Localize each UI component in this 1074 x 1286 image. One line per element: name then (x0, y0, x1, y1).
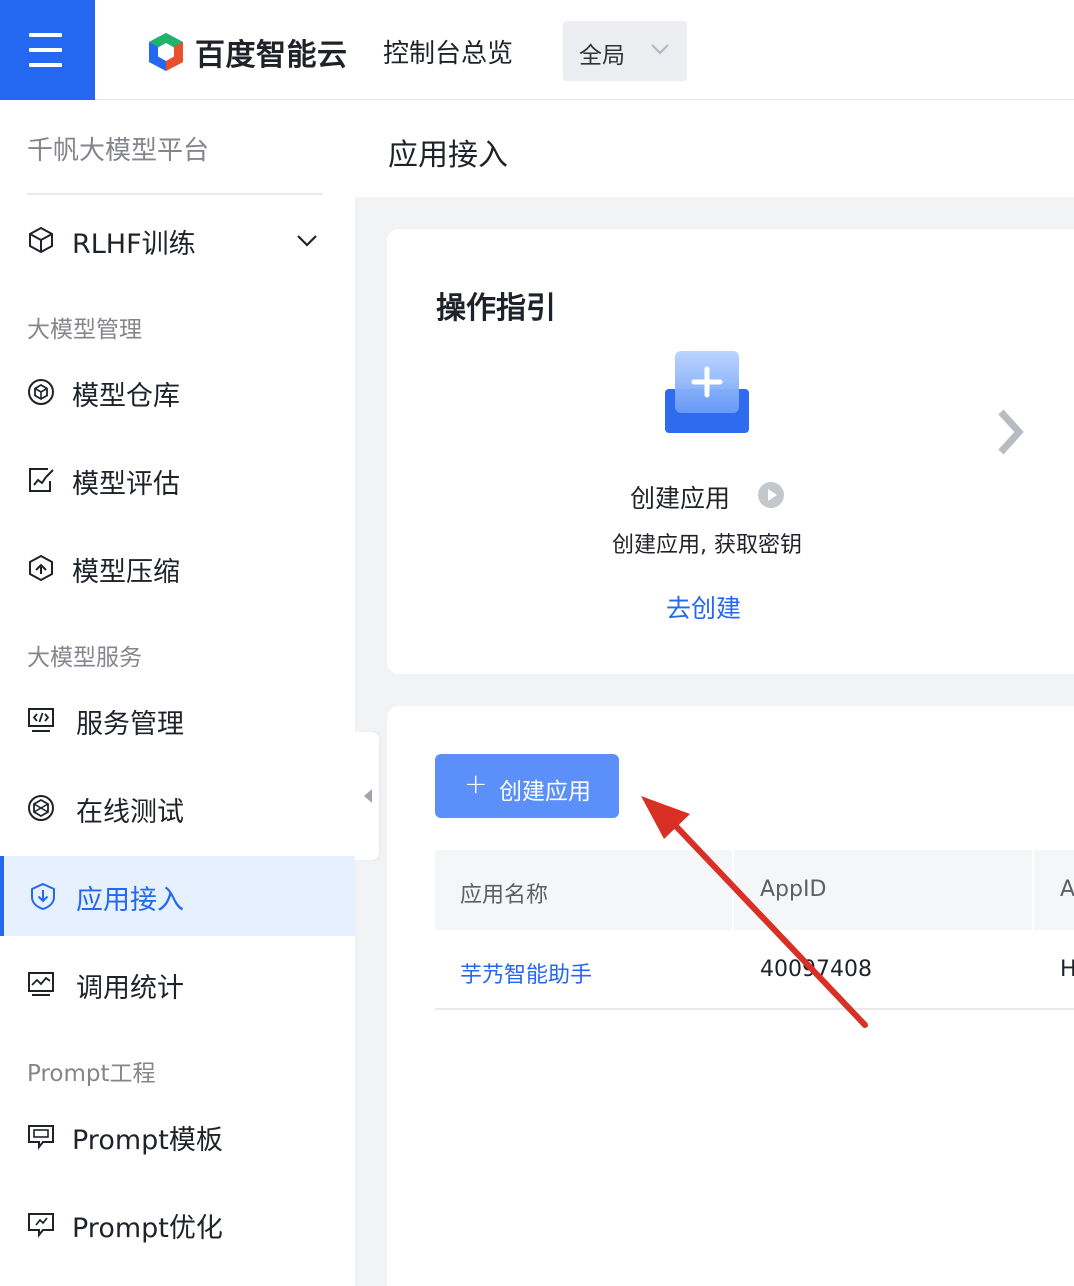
app-list-card: + 创建应用 应用名称 AppID A 芋艿智能助手 40097408 H (387, 706, 1074, 1286)
sidebar-item-prompt-template[interactable]: Prompt模板 (0, 1096, 355, 1176)
sidebar-item-label: RLHF训练 (72, 229, 196, 260)
column-header-appid[interactable]: AppID (760, 877, 826, 902)
app-name-link[interactable]: 芋艿智能助手 (460, 957, 592, 989)
sidebar: 千帆大模型平台 RLHF训练 大模型管理 模型仓库 模型评估 模型压缩 大模型服… (0, 100, 355, 1286)
sidebar-item-online-test[interactable]: 在线测试 (0, 768, 355, 848)
console-overview-link[interactable]: 控制台总览 (383, 33, 513, 70)
sidebar-item-service-mgmt[interactable]: 服务管理 (0, 680, 355, 760)
sidebar-item-app-access[interactable]: 应用接入 (0, 856, 355, 936)
sidebar-collapse-toggle[interactable] (355, 732, 379, 860)
compress-icon (29, 554, 53, 582)
column-header-3[interactable]: A (1060, 877, 1074, 902)
prompt-template-icon (28, 1125, 54, 1150)
sidebar-item-rlhf[interactable]: RLHF训练 (0, 200, 355, 280)
top-bar: 百度智能云 控制台总览 全局 (0, 0, 1074, 100)
create-app-button-label: 创建应用 (499, 779, 591, 805)
sidebar-item-label: 模型压缩 (72, 557, 180, 588)
plus-icon: + (464, 767, 488, 800)
sidebar-item-label: 在线测试 (76, 797, 184, 828)
chevron-down-icon (297, 235, 317, 247)
sidebar-item-label: 应用接入 (76, 885, 184, 916)
guide-card: 操作指引 创建应用 创建应用, 获取密钥 去创建 (387, 229, 1074, 674)
divider (27, 193, 323, 195)
sidebar-item-model-eval[interactable]: 模型评估 (0, 440, 355, 520)
group-title-prompt-eng: Prompt工程 (27, 1061, 156, 1087)
sidebar-item-prompt-optimize[interactable]: Prompt优化 (0, 1184, 355, 1264)
table-header: 应用名称 AppID A (435, 850, 1074, 930)
sidebar-item-model-repo[interactable]: 模型仓库 (0, 352, 355, 432)
sidebar-item-label: 调用统计 (76, 973, 184, 1004)
column-3-value: H (1060, 957, 1074, 982)
sidebar-title: 千帆大模型平台 (27, 136, 210, 166)
code-monitor-icon (28, 708, 54, 732)
cube-icon (29, 226, 53, 254)
chart-monitor-icon (28, 972, 54, 996)
page-title: 应用接入 (388, 138, 508, 173)
guide-step-title: 创建应用 (630, 484, 731, 513)
page-header: 应用接入 (355, 100, 1074, 197)
create-app-button[interactable]: + 创建应用 (435, 754, 619, 818)
menu-button[interactable] (0, 0, 95, 100)
sidebar-item-label: 模型评估 (72, 469, 180, 500)
sidebar-item-label: 模型仓库 (72, 381, 180, 412)
sidebar-item-label: 服务管理 (76, 709, 184, 740)
test-icon (28, 795, 54, 821)
sidebar-item-label: Prompt优化 (72, 1213, 223, 1244)
column-header-app-name[interactable]: 应用名称 (460, 877, 548, 909)
chevron-down-icon (651, 44, 669, 55)
baidu-cloud-logo-icon[interactable] (146, 31, 186, 73)
go-create-link[interactable]: 去创建 (666, 589, 741, 625)
prompt-optimize-icon (28, 1213, 54, 1238)
evaluation-icon (29, 468, 54, 492)
download-shield-icon (31, 882, 55, 911)
chevron-right-icon[interactable] (995, 407, 1027, 457)
create-app-illustration-icon (665, 351, 749, 433)
region-select-value: 全局 (579, 43, 625, 69)
guide-step-description: 创建应用, 获取密钥 (612, 533, 802, 558)
group-title-model-mgmt: 大模型管理 (27, 317, 142, 343)
column-divider[interactable] (1032, 850, 1034, 930)
app-id-value: 40097408 (760, 957, 872, 982)
play-video-icon[interactable] (757, 481, 785, 509)
region-select[interactable]: 全局 (563, 21, 687, 81)
sidebar-item-model-compress[interactable]: 模型压缩 (0, 528, 355, 608)
table-row: 芋艿智能助手 40097408 H (435, 930, 1074, 1010)
column-divider[interactable] (732, 850, 734, 930)
brand-name[interactable]: 百度智能云 (195, 30, 348, 74)
guide-title: 操作指引 (436, 291, 556, 326)
sidebar-item-call-stats[interactable]: 调用统计 (0, 944, 355, 1024)
collapse-arrow-icon (364, 789, 372, 803)
model-repo-icon (28, 379, 54, 405)
sidebar-item-label: Prompt模板 (72, 1125, 223, 1156)
group-title-model-service: 大模型服务 (27, 645, 142, 671)
hamburger-icon (29, 33, 62, 37)
